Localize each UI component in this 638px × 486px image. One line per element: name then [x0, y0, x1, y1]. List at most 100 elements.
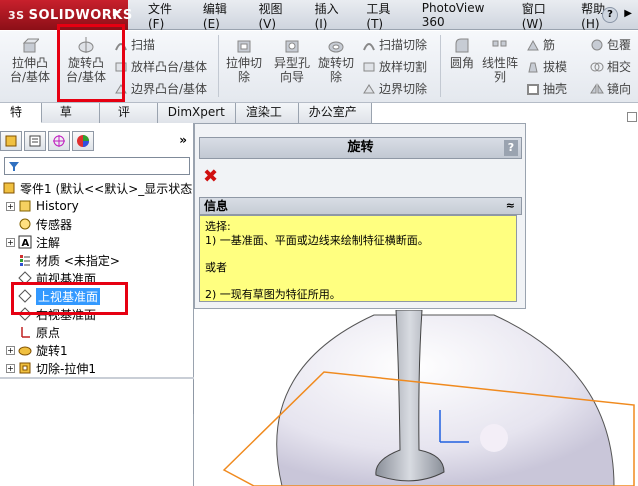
loft-cut-label: 放样切割 — [379, 60, 428, 74]
help-icon[interactable]: ? — [602, 7, 618, 23]
fillet-button[interactable]: 圆角 — [444, 36, 480, 70]
shell-icon — [527, 84, 539, 95]
revolve-feature-icon — [18, 346, 32, 356]
boundary-cut-button[interactable]: 边界切除 — [362, 80, 427, 97]
expand-panel-icon[interactable]: » — [179, 133, 187, 147]
tree-root-label: 零件1 (默认<<默认>_显示状态 — [20, 181, 193, 196]
menu-insert[interactable]: 插入(I) — [315, 0, 349, 31]
menu-photoview[interactable]: PhotoView 360 — [422, 1, 504, 29]
graphics-area[interactable] — [194, 309, 638, 486]
menu-more-icon[interactable]: ▶ — [624, 8, 632, 19]
expand-icon[interactable]: + — [6, 345, 15, 355]
tree-item-annotations[interactable]: + A 注解 — [6, 233, 60, 251]
draft-button[interactable]: 拔模 — [526, 58, 567, 75]
rib-label: 筋 — [543, 38, 556, 52]
wrap-label: 包覆 — [607, 38, 632, 52]
extrude-boss-label: 拉伸凸 台/基体 — [9, 56, 51, 84]
hole-wizard-icon — [285, 40, 299, 53]
tree-root-part[interactable]: 零件1 (默认<<默认>_显示状态 — [2, 179, 192, 197]
property-manager-tab[interactable] — [24, 131, 46, 151]
menu-view[interactable]: 视图(V) — [258, 0, 296, 31]
rib-button[interactable]: 筋 — [526, 36, 555, 53]
hole-wizard-button[interactable]: 异型孔 向导 — [270, 36, 314, 84]
wrap-icon — [591, 39, 603, 51]
tab-features[interactable]: 特征 — [0, 103, 42, 138]
sweep-cut-icon — [363, 43, 375, 51]
menu-window[interactable]: 窗口(W) — [522, 0, 563, 31]
property-list-icon — [29, 135, 41, 147]
tab-sketch[interactable]: 草图 — [41, 103, 100, 138]
revolve-cut-button[interactable]: 旋转切 除 — [316, 36, 356, 84]
linear-pattern-button[interactable]: 线性阵 列 — [480, 36, 520, 84]
expand-icon[interactable]: + — [6, 237, 15, 247]
tree-item-revolve1[interactable]: + 旋转1 — [6, 341, 68, 359]
mirror-label: 镜向 — [607, 82, 632, 96]
top-plane-highlight-box — [11, 282, 128, 315]
sweep-cut-label: 扫描切除 — [379, 38, 428, 52]
tree-item-label: 旋转1 — [36, 343, 68, 358]
feature-manager-tab[interactable] — [0, 131, 22, 151]
filter-icon — [9, 162, 19, 171]
tree-item-origin[interactable]: 原点 — [18, 323, 60, 341]
tree-item-material[interactable]: 材质 <未指定> — [18, 251, 120, 269]
loft-label: 放样凸台/基体 — [131, 60, 208, 74]
rib-icon — [527, 39, 539, 51]
svg-text:A: A — [22, 238, 30, 249]
watermark-blob — [480, 424, 508, 452]
loft-boss-button[interactable]: 放样凸台/基体 — [114, 58, 207, 75]
wrap-button[interactable]: 包覆 — [590, 36, 631, 53]
viewport-corner-icon[interactable] — [627, 112, 637, 122]
tab-office-products[interactable]: 办公室产品 — [298, 103, 372, 138]
panel-splitter[interactable] — [0, 377, 194, 379]
info-line: 选择: — [205, 220, 231, 233]
configuration-manager-tab[interactable] — [48, 131, 70, 151]
material-icon — [20, 255, 30, 266]
expand-icon[interactable]: + — [6, 201, 15, 211]
draft-label: 拔模 — [543, 60, 568, 74]
display-manager-tab[interactable] — [72, 131, 94, 151]
feature-tree-icon — [5, 135, 17, 147]
extrude-cut-button[interactable]: 拉伸切 除 — [222, 36, 266, 84]
logo-arrow-icon[interactable]: ▶ — [110, 6, 124, 20]
tab-dimxpert[interactable]: DimXpert — [157, 103, 236, 123]
info-message-box: 选择: 1) 一基准面、平面或边线来绘制特征横断面。 或者 2) 一现有草图为特… — [199, 215, 517, 302]
intersect-button[interactable]: 相交 — [590, 58, 631, 75]
menu-file[interactable]: 文件(F) — [148, 0, 185, 31]
shell-button[interactable]: 抽壳 — [526, 80, 567, 97]
tree-filter-box[interactable] — [4, 157, 190, 175]
tree-item-label: 传感器 — [36, 217, 73, 232]
tab-render-tools[interactable]: 渲染工具 — [235, 103, 299, 138]
tree-item-sensors[interactable]: 传感器 — [18, 215, 72, 233]
boundary-boss-button[interactable]: 边界凸台/基体 — [114, 80, 207, 97]
collapse-section-icon[interactable]: ≈ — [506, 198, 515, 214]
tree-item-history[interactable]: + History — [6, 197, 79, 215]
extrude-boss-button[interactable]: 拉伸凸 台/基体 — [4, 36, 56, 84]
menu-edit[interactable]: 编辑(E) — [203, 0, 241, 31]
menu-tools[interactable]: 工具(T) — [366, 0, 403, 31]
loft-cut-button[interactable]: 放样切割 — [362, 58, 427, 75]
shell-label: 抽壳 — [543, 82, 568, 96]
property-manager-title: 旋转 — [347, 140, 374, 155]
cancel-icon[interactable]: ✖ — [203, 166, 218, 187]
sensor-icon — [19, 218, 31, 230]
boundary-boss-label: 边界凸台/基体 — [131, 82, 208, 96]
graphics-area-right[interactable] — [526, 103, 638, 310]
mirror-button[interactable]: 镜向 — [590, 80, 631, 97]
help-button[interactable]: ? — [504, 140, 518, 156]
ribbon-separator — [440, 35, 441, 97]
tree-item-cut-extrude1[interactable]: + 切除-拉伸1 — [6, 359, 96, 377]
draft-icon — [528, 62, 538, 73]
tree-item-label: History — [36, 199, 79, 213]
ribbon-separator — [218, 35, 219, 97]
ds-logo-icon: 3S — [8, 8, 25, 22]
info-section-header[interactable]: 信息 ≈ — [199, 197, 522, 215]
history-icon — [19, 200, 31, 212]
tree-item-label: 原点 — [36, 325, 61, 340]
info-title: 信息 — [204, 199, 229, 213]
annotation-icon: A — [18, 235, 32, 249]
tab-evaluate[interactable]: 评估 — [99, 103, 158, 138]
menu-bar: 文件(F) 编辑(E) 视图(V) 插入(I) 工具(T) PhotoView … — [148, 0, 638, 31]
sweep-cut-button[interactable]: 扫描切除 — [362, 36, 427, 53]
expand-icon[interactable]: + — [6, 363, 15, 373]
revolve-cut-icon — [328, 41, 344, 53]
